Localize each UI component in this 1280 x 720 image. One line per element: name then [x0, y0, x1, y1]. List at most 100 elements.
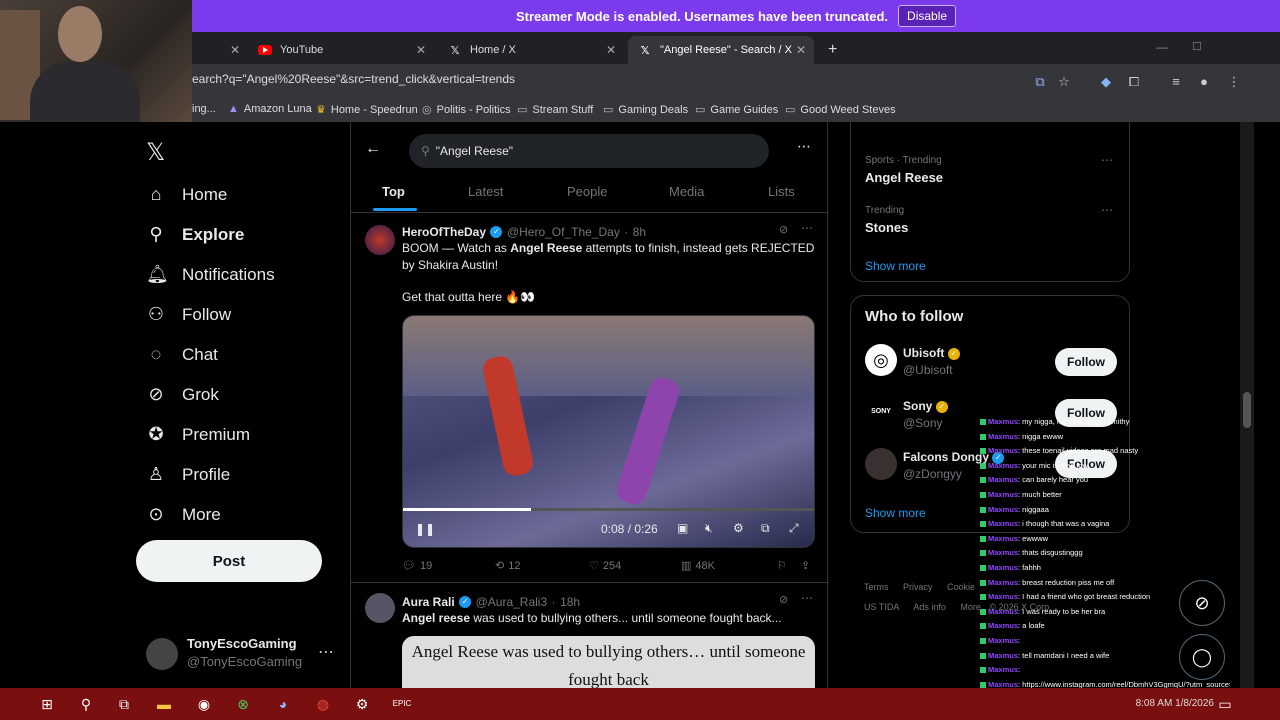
like-button[interactable]: ♡ 254: [589, 559, 621, 573]
tab-people[interactable]: People: [567, 184, 607, 199]
grok-icon[interactable]: ⊘: [779, 593, 788, 606]
account-name[interactable]: Sony ✓: [903, 399, 948, 413]
tweet-author-handle[interactable]: @Aura_Rali3: [476, 595, 548, 609]
share-icon[interactable]: ⇪: [801, 559, 810, 572]
settings-gear-icon[interactable]: ⚙: [733, 521, 744, 535]
steam-icon[interactable]: ◉: [193, 694, 215, 714]
browser-menu-icon[interactable]: ⋮: [1226, 74, 1242, 90]
show-more-link[interactable]: Show more: [865, 259, 926, 273]
close-tab-icon[interactable]: ✕: [796, 43, 806, 57]
views-button[interactable]: ▥ 48K: [681, 559, 715, 573]
nav-chat[interactable]: ◌ Chat: [146, 344, 218, 365]
xbox-icon[interactable]: ⊗: [232, 694, 254, 714]
task-view-icon[interactable]: ⧉: [113, 694, 135, 714]
nav-more[interactable]: ⊙ More: [146, 504, 220, 525]
footer-link[interactable]: Cookie: [947, 582, 975, 592]
footer-link[interactable]: US TIDA: [864, 602, 899, 612]
post-button[interactable]: Post: [136, 540, 322, 582]
file-explorer-icon[interactable]: ▬: [153, 694, 175, 714]
tweet-author-handle[interactable]: @Hero_Of_The_Day: [507, 225, 620, 239]
tweet-time[interactable]: 18h: [560, 595, 580, 609]
bookmark-item[interactable]: ◎ Politis - Politics: [422, 103, 511, 117]
page-scrollbar[interactable]: [1240, 122, 1254, 688]
tab-media[interactable]: Media: [669, 184, 704, 199]
nav-grok[interactable]: ⊘ Grok: [146, 384, 218, 405]
trend-name[interactable]: Angel Reese: [865, 170, 943, 185]
url-field[interactable]: earch?q="Angel%20Reese"&src=trend_click&…: [192, 72, 515, 86]
bookmark-item[interactable]: ing...: [192, 103, 216, 115]
browser-tab[interactable]: ✕: [192, 36, 248, 64]
more-dots-icon[interactable]: ⋯: [801, 221, 813, 235]
account-switcher[interactable]: TonyEscoGaming @TonyEscoGaming ⋯: [146, 634, 336, 674]
chrome-icon[interactable]: ◍: [312, 694, 334, 714]
bookmark-star-icon[interactable]: ☆: [1056, 74, 1072, 90]
settings-gear-icon[interactable]: ⚙: [351, 694, 373, 714]
fullscreen-icon[interactable]: ⤢: [789, 521, 799, 536]
picture-in-picture-icon[interactable]: ⧉: [761, 521, 770, 536]
browser-tab-search-x[interactable]: 𝕏 "Angel Reese" - Search / X ✕: [628, 36, 814, 64]
tweet-author-name[interactable]: HeroOfTheDay: [402, 225, 486, 239]
tweet[interactable]: HeroOfTheDay ✓ @Hero_Of_The_Day · 8h ⊘ ⋯…: [351, 213, 829, 583]
search-icon[interactable]: ⚲: [75, 694, 97, 714]
profile-avatar-icon[interactable]: ●: [1196, 74, 1212, 90]
video-progress-track[interactable]: [403, 508, 814, 511]
video-thumbnail[interactable]: Angel Reese was used to bullying others……: [402, 636, 815, 688]
scrollbar-thumb[interactable]: [1243, 392, 1251, 428]
install-app-icon[interactable]: ⧉: [1032, 74, 1048, 90]
close-tab-icon[interactable]: ✕: [230, 43, 240, 57]
mute-icon[interactable]: 🔇︎: [705, 521, 713, 536]
nav-home[interactable]: ⌂ Home: [146, 184, 228, 205]
windows-start-icon[interactable]: ⊞: [36, 694, 58, 714]
browser-tab-youtube[interactable]: YouTube ✕: [248, 36, 434, 64]
bookmark-item[interactable]: ▲ Amazon Luna: [228, 103, 312, 115]
minimize-icon[interactable]: —: [1156, 40, 1168, 54]
show-more-link[interactable]: Show more: [865, 506, 926, 520]
footer-link[interactable]: Terms: [864, 582, 889, 592]
more-dots-icon[interactable]: ⋯: [318, 642, 334, 662]
notifications-icon[interactable]: ▭: [1214, 694, 1236, 714]
extensions-icon[interactable]: ⧠: [1126, 74, 1142, 90]
tweet-author-name[interactable]: Aura Rali: [402, 595, 455, 609]
captions-icon[interactable]: ▣: [677, 521, 688, 535]
more-dots-icon[interactable]: ⋯: [1101, 203, 1113, 217]
more-dots-icon[interactable]: ⋯: [1101, 153, 1113, 167]
account-name[interactable]: Ubisoft ✓: [903, 346, 960, 360]
bookmark-item[interactable]: ♛ Home - Speedrun: [316, 103, 418, 117]
nav-profile[interactable]: ♙ Profile: [146, 464, 230, 485]
trend-name[interactable]: Stones: [865, 220, 908, 235]
epic-games-icon[interactable]: EPIC: [391, 694, 413, 714]
tab-lists[interactable]: Lists: [768, 184, 795, 199]
media-control-icon[interactable]: ≡: [1168, 74, 1184, 90]
pause-icon[interactable]: ❚❚: [415, 522, 435, 536]
nav-notifications[interactable]: 🔔︎ Notifications: [146, 264, 275, 285]
reply-button[interactable]: 💬︎ 19: [402, 559, 432, 573]
nav-follow[interactable]: ⚇ Follow: [146, 304, 231, 325]
nav-premium[interactable]: ✪ Premium: [146, 424, 250, 445]
bookmark-item[interactable]: ▭ Game Guides: [695, 103, 778, 117]
footer-link[interactable]: Ads info: [913, 602, 946, 612]
search-input[interactable]: ⚲ "Angel Reese": [409, 134, 769, 168]
new-tab-button[interactable]: +: [818, 36, 842, 64]
nav-explore[interactable]: ⚲ Explore: [146, 224, 244, 245]
discord-icon[interactable]: ◕: [272, 694, 294, 714]
tab-top[interactable]: Top: [382, 184, 405, 199]
tweet-time[interactable]: 8h: [633, 225, 646, 239]
grok-icon[interactable]: ⊘: [779, 223, 788, 236]
bookmark-item[interactable]: ▭ Stream Stuff: [517, 103, 593, 117]
footer-link[interactable]: Privacy: [903, 582, 933, 592]
footer-link[interactable]: More: [960, 602, 981, 612]
extension-badge-icon[interactable]: ◆: [1098, 74, 1114, 90]
tweet[interactable]: Aura Rali ✓ @Aura_Rali3 · 18h ⊘ ⋯ Angel …: [351, 583, 829, 688]
taskbar-clock[interactable]: 8:08 AM 1/8/2026: [1136, 698, 1214, 709]
more-dots-icon[interactable]: ⋯: [801, 591, 813, 605]
x-logo-icon[interactable]: 𝕏: [146, 138, 165, 167]
more-dots-icon[interactable]: ⋯: [797, 138, 811, 155]
bookmark-icon[interactable]: ⚐: [777, 559, 787, 572]
browser-tab-home-x[interactable]: 𝕏 Home / X ✕: [438, 36, 624, 64]
maximize-icon[interactable]: ☐: [1192, 40, 1202, 53]
bookmark-item[interactable]: ▭ Good Weed Steves: [785, 103, 896, 117]
close-tab-icon[interactable]: ✕: [416, 43, 426, 57]
tab-latest[interactable]: Latest: [468, 184, 503, 199]
repost-button[interactable]: ⟲ 12: [495, 559, 520, 573]
back-arrow-icon[interactable]: ←: [365, 140, 381, 158]
